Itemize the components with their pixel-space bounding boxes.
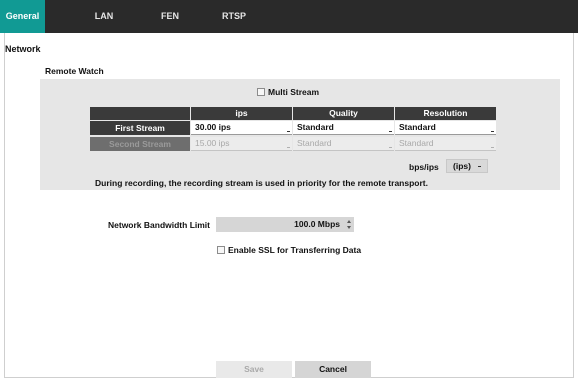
tab-lan[interactable]: LAN [84, 0, 124, 33]
section-title: Network [5, 44, 41, 54]
row-label-first-stream: First Stream [90, 121, 190, 135]
second-stream-ips-value: 15.00 ips [195, 138, 230, 148]
second-stream-resolution-select[interactable]: Standard [395, 137, 496, 151]
chevron-down-icon [478, 166, 481, 167]
dropdown-icon [287, 131, 290, 132]
bandwidth-limit-spinbox[interactable]: 100.0 Mbps [216, 217, 354, 232]
ssl-label: Enable SSL for Transferring Data [228, 245, 362, 255]
tab-fen[interactable]: FEN [150, 0, 190, 33]
multi-stream-label: Multi Stream [268, 87, 320, 97]
second-stream-ips-select[interactable]: 15.00 ips [191, 137, 292, 151]
first-stream-quality-select[interactable]: Standard [293, 121, 394, 135]
save-button[interactable]: Save [216, 361, 292, 378]
dropdown-icon [491, 147, 494, 148]
stream-table: ips Quality Resolution First Stream 30.0… [90, 107, 496, 152]
dropdown-icon [287, 147, 290, 148]
unit-label: bps/ips [409, 162, 439, 172]
tab-general[interactable]: General [0, 0, 45, 33]
bandwidth-limit-value: 100.0 Mbps [294, 219, 340, 229]
table-corner-header [90, 107, 190, 120]
tab-bar: General LAN FEN RTSP [0, 0, 578, 33]
second-stream-quality-select[interactable]: Standard [293, 137, 394, 151]
spin-down-icon[interactable] [347, 226, 351, 229]
first-stream-resolution-select[interactable]: Standard [395, 121, 496, 135]
first-stream-quality-value: Standard [297, 122, 334, 132]
unit-select[interactable]: (ips) [446, 159, 488, 173]
first-stream-resolution-value: Standard [399, 122, 436, 132]
spin-up-icon[interactable] [347, 220, 351, 223]
second-stream-resolution-value: Standard [399, 138, 434, 148]
tab-rtsp[interactable]: RTSP [211, 0, 257, 33]
ssl-checkbox[interactable] [217, 246, 225, 254]
column-header-quality: Quality [293, 107, 394, 120]
unit-select-value: (ips) [453, 161, 471, 171]
first-stream-ips-select[interactable]: 30.00 ips [191, 121, 292, 135]
second-stream-quality-value: Standard [297, 138, 332, 148]
bandwidth-limit-label: Network Bandwidth Limit [108, 220, 210, 230]
column-header-ips: ips [191, 107, 292, 120]
dropdown-icon [491, 131, 494, 132]
dropdown-icon [389, 131, 392, 132]
remote-transport-note: During recording, the recording stream i… [95, 178, 428, 188]
first-stream-ips-value: 30.00 ips [195, 122, 231, 132]
row-label-second-stream: Second Stream [90, 137, 190, 151]
remote-watch-title: Remote Watch [45, 66, 104, 76]
dropdown-icon [389, 147, 392, 148]
cancel-button[interactable]: Cancel [295, 361, 371, 378]
multi-stream-checkbox[interactable] [257, 88, 265, 96]
column-header-resolution: Resolution [395, 107, 496, 120]
